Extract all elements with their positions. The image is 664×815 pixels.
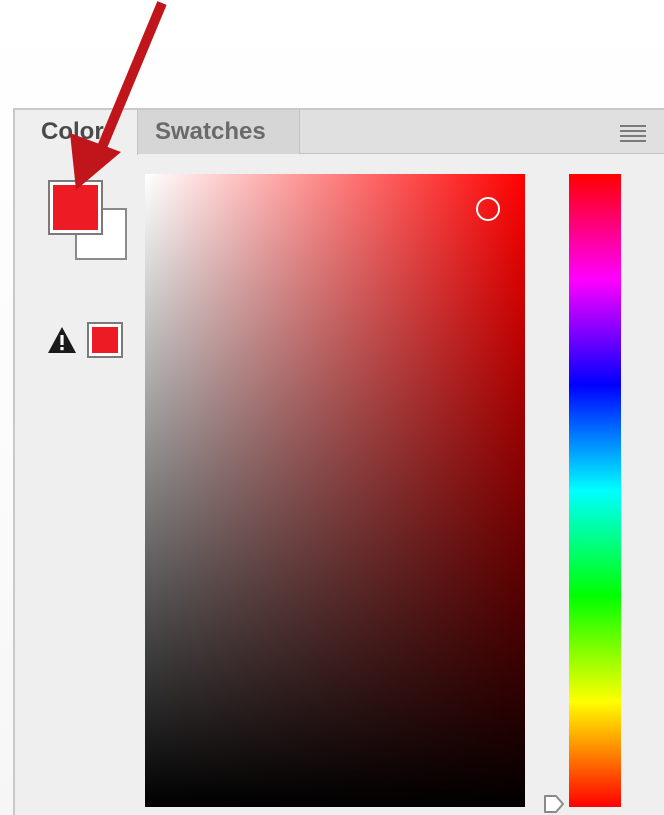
hue-slider-bar[interactable] [569, 174, 621, 807]
color-panel: Color Swatches [13, 108, 664, 815]
hue-slider-arrow-icon[interactable] [542, 793, 566, 815]
panel-menu-icon[interactable] [620, 125, 646, 142]
saturation-brightness-field[interactable] [145, 174, 525, 807]
warning-icon[interactable] [47, 326, 77, 354]
foreground-color-fill [53, 185, 98, 230]
tab-color[interactable]: Color [15, 110, 138, 155]
out-of-gamut-color-swatch[interactable] [87, 322, 123, 358]
out-of-gamut-color-fill [92, 327, 118, 353]
foreground-color-swatch[interactable] [48, 180, 103, 235]
panel-header: Color Swatches [15, 110, 664, 155]
color-selector-marker[interactable] [476, 197, 500, 221]
tab-swatches[interactable]: Swatches [138, 110, 300, 154]
